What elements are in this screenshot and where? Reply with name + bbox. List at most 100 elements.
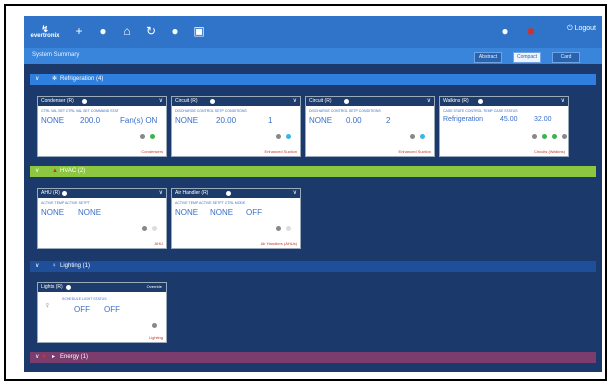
add-icon[interactable]: + bbox=[72, 24, 86, 38]
chevron-down-icon[interactable]: ∨ bbox=[35, 74, 39, 85]
page-subheader: System Summary Abstract Compact Card bbox=[24, 48, 602, 64]
help-icon[interactable]: ● bbox=[498, 24, 512, 38]
section-hvac[interactable]: ∨ ▲ HVAC (2) bbox=[30, 166, 596, 177]
lightbulb-icon: ♀ bbox=[44, 300, 51, 310]
card-value: 0.00 bbox=[346, 116, 362, 125]
card-circuit-1[interactable]: Circuit (R) ∨ DISCHARGE CONTROL SETP CON… bbox=[171, 96, 301, 157]
card-value-labels: DISCHARGE CONTROL SETP CONDITIONS bbox=[309, 109, 381, 113]
card-dropdown-icon[interactable]: ∨ bbox=[293, 189, 297, 196]
chevron-down-icon[interactable]: ∨ bbox=[35, 352, 39, 363]
card-walkins[interactable]: Walkins (R) ∨ CASE STATE CONTROL TEMP CA… bbox=[439, 96, 569, 157]
card-value: NONE bbox=[41, 208, 65, 217]
logout-button[interactable]: ⏻ Logout bbox=[567, 25, 596, 33]
logout-icon: ⏻ bbox=[567, 25, 573, 32]
card-footer-link[interactable]: Condensers bbox=[141, 149, 163, 154]
card-value: 32.00 bbox=[534, 116, 552, 123]
section-label: Lighting (1) bbox=[60, 263, 91, 269]
alarm-icon[interactable]: ■ bbox=[524, 24, 538, 38]
chevron-down-icon[interactable]: ∨ bbox=[35, 166, 39, 177]
defrost-icon bbox=[562, 134, 567, 139]
refresh-icon[interactable]: ↻ bbox=[144, 24, 158, 38]
card-footer-link[interactable]: Lighting bbox=[149, 335, 163, 340]
card-footer-link[interactable]: AHU bbox=[155, 241, 163, 246]
card-value-labels: ACTIVE TEMP ACTIVE SETPT bbox=[41, 201, 90, 205]
card-dropdown-icon[interactable]: ∨ bbox=[159, 189, 163, 196]
home-icon[interactable]: ⌂ bbox=[120, 24, 134, 38]
globe-icon[interactable]: ● bbox=[168, 24, 182, 38]
fan-icon bbox=[150, 134, 155, 139]
card-value: NONE bbox=[41, 116, 65, 125]
bolt-icon: ▸ bbox=[52, 354, 56, 360]
flow-icon bbox=[420, 134, 425, 139]
card-value: NONE bbox=[175, 208, 199, 217]
status-dot-icon bbox=[344, 99, 349, 104]
device-icon bbox=[140, 134, 145, 139]
card-lights[interactable]: Lights (R) Override ♀ SCHEDULE LIGHT STA… bbox=[37, 282, 167, 343]
card-dropdown-icon[interactable]: ∨ bbox=[561, 97, 565, 104]
fan-icon bbox=[286, 226, 291, 231]
card-dropdown-icon[interactable]: ∨ bbox=[159, 97, 163, 104]
card-footer-link[interactable]: Circuits (Walkins) bbox=[534, 149, 565, 154]
lightbulb-icon: ♀ bbox=[52, 263, 57, 269]
fan-icon bbox=[542, 134, 547, 139]
card-value: 1 bbox=[268, 116, 273, 125]
info-icon[interactable]: ● bbox=[96, 24, 110, 38]
device-icon bbox=[410, 134, 415, 139]
page-title: System Summary bbox=[32, 52, 80, 58]
section-energy[interactable]: ∨ ■ ▸ Energy (1) bbox=[30, 352, 596, 363]
card-header: AHU (R) ∨ bbox=[38, 189, 166, 198]
alert-icon: ■ bbox=[42, 354, 46, 360]
chevron-down-icon[interactable]: ∨ bbox=[35, 261, 39, 272]
view-compact-button[interactable]: Compact bbox=[513, 52, 541, 63]
card-value-labels: CTRL VAL SET CTRL VAL SET COMMAND STAT bbox=[41, 109, 119, 113]
card-value: 2 bbox=[386, 116, 391, 125]
card-footer-link[interactable]: Air Handlers (AHUs) bbox=[261, 241, 297, 246]
device-icon bbox=[152, 323, 157, 328]
calendar-icon[interactable]: ▣ bbox=[192, 24, 206, 38]
card-dropdown-icon[interactable]: ∨ bbox=[293, 97, 297, 104]
thermometer-icon: ▲ bbox=[52, 168, 58, 174]
view-abstract-button[interactable]: Abstract bbox=[474, 52, 502, 63]
card-header: Circuit (R) ∨ bbox=[172, 97, 300, 106]
override-label[interactable]: Override bbox=[147, 284, 162, 289]
top-toolbar: ↯ evertronix + ● ⌂ ↻ ● ▣ ● ■ ⏻ Logout bbox=[24, 16, 602, 48]
device-icon bbox=[276, 134, 281, 139]
app-logo[interactable]: ↯ evertronix bbox=[30, 25, 60, 40]
section-label: Energy (1) bbox=[60, 354, 89, 360]
section-lighting[interactable]: ∨ ♀ Lighting (1) bbox=[30, 261, 596, 272]
card-header: Condenser (R) ∨ bbox=[38, 97, 166, 106]
card-footer-link[interactable]: Enhanced Suction bbox=[265, 149, 297, 154]
card-header: Walkins (R) ∨ bbox=[440, 97, 568, 106]
status-dot-icon bbox=[226, 191, 231, 196]
view-card-button[interactable]: Card bbox=[552, 52, 580, 63]
card-dropdown-icon[interactable]: ∨ bbox=[427, 97, 431, 104]
card-circuit-2[interactable]: Circuit (R) ∨ DISCHARGE CONTROL SETP CON… bbox=[305, 96, 435, 157]
card-condenser[interactable]: Condenser (R) ∨ CTRL VAL SET CTRL VAL SE… bbox=[37, 96, 167, 157]
card-value: 20.00 bbox=[216, 116, 237, 125]
device-icon bbox=[142, 226, 147, 231]
card-footer-link[interactable]: Enhanced Suction bbox=[399, 149, 431, 154]
card-value: NONE bbox=[175, 116, 199, 125]
card-value-labels: DISCHARGE CONTROL SETP CONDITIONS bbox=[175, 109, 247, 113]
card-header: Air Handler (R) ∨ bbox=[172, 189, 300, 198]
card-header: Circuit (R) ∨ bbox=[306, 97, 434, 106]
fan-icon bbox=[552, 134, 557, 139]
device-icon bbox=[532, 134, 537, 139]
card-value: OFF bbox=[246, 208, 262, 217]
card-title: Lights (R) bbox=[41, 284, 63, 290]
card-value: 45.00 bbox=[500, 116, 518, 123]
card-value: Fan(s) ON bbox=[120, 116, 158, 125]
card-value: 200.0 bbox=[80, 116, 101, 125]
card-value-labels: ACTIVE TEMP ACTIVE SETPT CTRL MODE bbox=[175, 201, 246, 205]
section-refrigeration[interactable]: ∨ ✻ Refrigeration (4) bbox=[30, 74, 596, 85]
flow-icon bbox=[286, 134, 291, 139]
card-ahu[interactable]: AHU (R) ∨ ACTIVE TEMP ACTIVE SETPT NONE … bbox=[37, 188, 167, 249]
card-value: OFF bbox=[104, 305, 120, 314]
status-dot-icon bbox=[62, 191, 67, 196]
logout-label: Logout bbox=[574, 25, 596, 32]
card-header: Lights (R) Override bbox=[38, 283, 166, 292]
status-dot-icon bbox=[478, 99, 483, 104]
status-dot-icon bbox=[82, 99, 87, 104]
section-label: HVAC (2) bbox=[60, 168, 86, 174]
card-air-handler[interactable]: Air Handler (R) ∨ ACTIVE TEMP ACTIVE SET… bbox=[171, 188, 301, 249]
